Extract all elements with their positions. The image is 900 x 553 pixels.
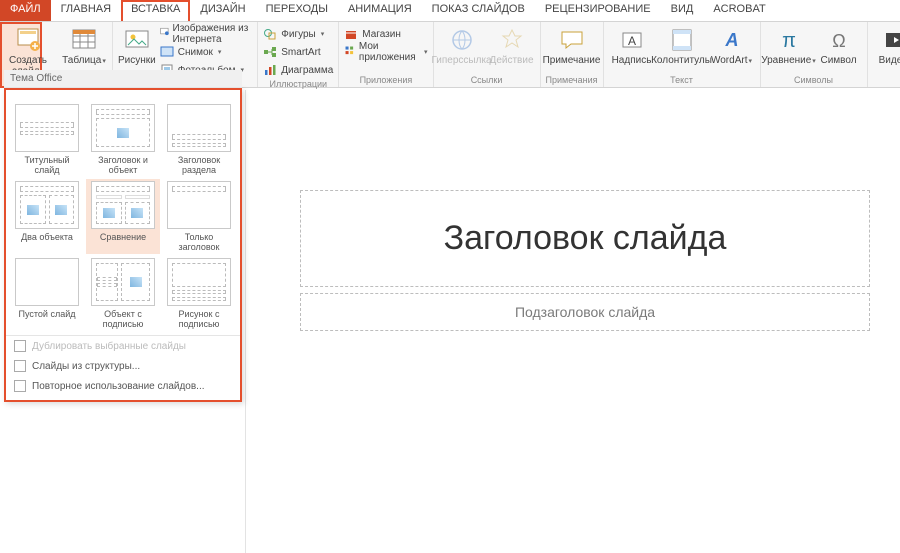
layout-gallery-header: Тема Office [4, 70, 242, 88]
title-placeholder[interactable]: Заголовок слайда [300, 190, 870, 287]
screenshot-button[interactable]: Снимок▾ [160, 44, 253, 60]
action-icon [499, 27, 525, 53]
equation-icon: π [776, 27, 802, 53]
wordart-button[interactable]: AWordArt▾ [709, 24, 755, 67]
smartart-icon [263, 45, 277, 59]
group-text-label: Текст [670, 74, 693, 87]
svg-text:A: A [627, 34, 635, 48]
video-icon [883, 27, 900, 53]
svg-text:π: π [782, 30, 796, 52]
headerfooter-button[interactable]: Колонтитулы [659, 24, 705, 66]
layout-comparison[interactable]: Сравнение [86, 179, 160, 254]
tab-file[interactable]: ФАЙЛ [0, 0, 51, 21]
layout-two-content[interactable]: Два объекта [10, 179, 84, 254]
table-icon [71, 27, 97, 53]
action-button[interactable]: Действие [489, 24, 535, 66]
tab-slideshow[interactable]: ПОКАЗ СЛАЙДОВ [422, 0, 535, 21]
online-pictures-button[interactable]: Изображения из Интернета [160, 26, 253, 42]
group-apps-label: Приложения [360, 74, 413, 87]
chart-icon [263, 63, 277, 77]
svg-text:Ω: Ω [832, 31, 845, 51]
headerfooter-icon [669, 27, 695, 53]
slide-editor: Заголовок слайда Подзаголовок слайда [246, 90, 900, 553]
hyperlink-icon [449, 27, 475, 53]
duplicate-icon [14, 340, 26, 352]
chart-button[interactable]: Диаграмма [263, 62, 333, 78]
smartart-button[interactable]: SmartArt [263, 44, 333, 60]
video-button[interactable]: Видео▾ [873, 24, 900, 67]
pictures-label: Рисунки [118, 55, 156, 66]
hyperlink-button[interactable]: Гиперссылка [439, 24, 485, 66]
store-icon [344, 27, 358, 41]
symbol-icon: Ω [826, 27, 852, 53]
tab-review[interactable]: РЕЦЕНЗИРОВАНИЕ [535, 0, 661, 21]
textbox-icon: A [619, 27, 645, 53]
wordart-icon: A [719, 27, 745, 53]
myapps-icon [344, 45, 355, 59]
group-comments-label: Примечания [546, 74, 598, 87]
comment-button[interactable]: Примечание [549, 24, 595, 66]
symbol-button[interactable]: ΩСимвол [816, 24, 862, 66]
tab-view[interactable]: ВИД [661, 0, 704, 21]
textbox-button[interactable]: AНадпись [609, 24, 655, 66]
layout-title-only[interactable]: Только заголовок [162, 179, 236, 254]
title-text: Заголовок слайда [311, 219, 859, 258]
layout-title-content[interactable]: Заголовок и объект [86, 102, 160, 177]
layout-content-caption[interactable]: Объект с подписью [86, 256, 160, 331]
tab-animation[interactable]: АНИМАЦИЯ [338, 0, 422, 21]
slide-layout-gallery: Тема Office Титульный слайд Заголовок и … [4, 88, 242, 402]
pictures-button[interactable]: Рисунки [118, 24, 156, 66]
layout-picture-caption[interactable]: Рисунок с подписью [162, 256, 236, 331]
tab-design[interactable]: ДИЗАЙН [190, 0, 255, 21]
store-button[interactable]: Магазин [344, 26, 427, 42]
duplicate-slides-option: Дублировать выбранные слайды [6, 336, 240, 356]
tab-insert[interactable]: ВСТАВКА [121, 0, 190, 21]
screenshot-icon [160, 45, 174, 59]
layout-blank[interactable]: Пустой слайд [10, 256, 84, 331]
online-pictures-icon [160, 27, 169, 41]
group-symbols-label: Символы [794, 74, 833, 87]
new-slide-icon [15, 27, 41, 53]
reuse-slides-option[interactable]: Повторное использование слайдов... [6, 376, 240, 396]
slides-from-outline-option[interactable]: Слайды из структуры... [6, 356, 240, 376]
reuse-icon [14, 380, 26, 392]
myapps-button[interactable]: Мои приложения▾ [344, 44, 427, 60]
subtitle-placeholder[interactable]: Подзаголовок слайда [300, 293, 870, 331]
shapes-icon [263, 27, 277, 41]
slide-canvas[interactable]: Заголовок слайда Подзаголовок слайда [300, 190, 870, 331]
ribbon-tabs: ФАЙЛ ГЛАВНАЯ ВСТАВКА ДИЗАЙН ПЕРЕХОДЫ АНИ… [0, 0, 900, 22]
subtitle-text: Подзаголовок слайда [311, 304, 859, 320]
pictures-icon [124, 27, 150, 53]
table-button[interactable]: Таблица▾ [61, 24, 107, 67]
outline-icon [14, 360, 26, 372]
tab-transitions[interactable]: ПЕРЕХОДЫ [256, 0, 338, 21]
tab-acrobat[interactable]: ACROBAT [703, 0, 775, 21]
equation-button[interactable]: πУравнение▾ [766, 24, 812, 67]
group-links-label: Ссылки [471, 74, 503, 87]
shapes-button[interactable]: Фигуры▾ [263, 26, 333, 42]
tab-home[interactable]: ГЛАВНАЯ [51, 0, 121, 21]
layout-title-slide[interactable]: Титульный слайд [10, 102, 84, 177]
comment-icon [559, 27, 585, 53]
layout-section-header[interactable]: Заголовок раздела [162, 102, 236, 177]
svg-text:A: A [724, 30, 738, 50]
table-label: Таблица [62, 55, 101, 66]
